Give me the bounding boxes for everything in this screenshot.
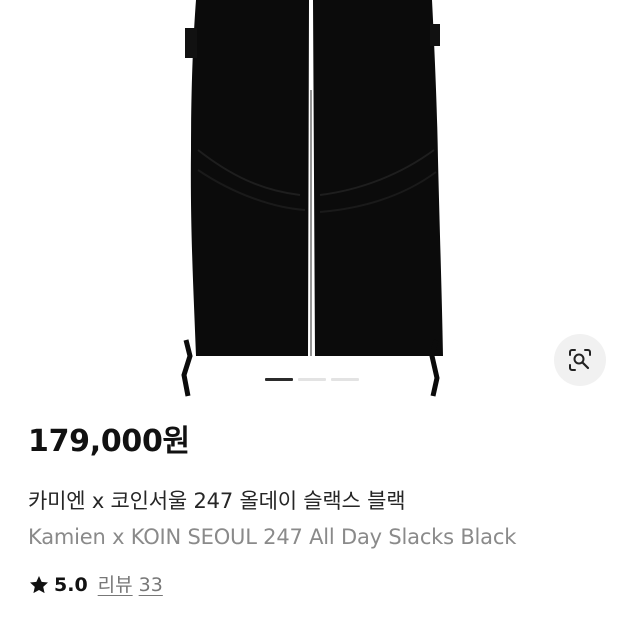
visual-search-icon (569, 349, 591, 371)
product-price: 179,000원 (28, 424, 190, 459)
rating-row: 5.0 리뷰 33 (28, 571, 598, 599)
visual-search-button[interactable] (554, 334, 606, 386)
reviews-label: 리뷰 (97, 574, 133, 596)
star-icon (30, 576, 48, 594)
gallery-indicator-1[interactable] (265, 378, 293, 381)
gallery-page-indicators (265, 378, 359, 381)
gallery-indicator-3[interactable] (331, 378, 359, 381)
reviews-link[interactable]: 리뷰 33 (98, 571, 163, 599)
reviews-count: 33 (138, 574, 163, 596)
product-image-gallery[interactable] (0, 0, 620, 400)
gallery-indicator-2[interactable] (298, 378, 326, 381)
product-title-english: Kamien x KOIN SEOUL 247 All Day Slacks B… (28, 525, 517, 549)
product-title-korean: 카미엔 x 코인서울 247 올데이 슬랙스 블랙 (28, 489, 406, 513)
product-info: 179,000원 카미엔 x 코인서울 247 올데이 슬랙스 블랙 Kamie… (28, 420, 598, 599)
rating-value: 5.0 (54, 574, 88, 596)
product-image (181, 0, 443, 397)
